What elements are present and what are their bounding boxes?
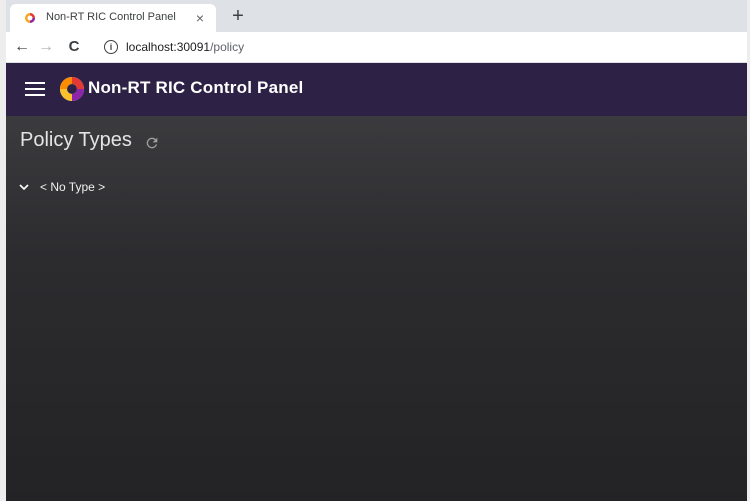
policy-type-label: < No Type >: [40, 180, 106, 194]
app-title: Non-RT RIC Control Panel: [88, 78, 304, 97]
reload-button[interactable]: C: [64, 37, 84, 57]
tab-title: Non-RT RIC Control Panel: [46, 11, 176, 23]
url-path: /policy: [210, 40, 245, 54]
url-host: localhost:30091: [126, 40, 211, 54]
refresh-icon[interactable]: [144, 135, 160, 151]
hamburger-menu-icon[interactable]: [25, 81, 45, 97]
address-bar[interactable]: i localhost:30091/policy: [96, 35, 741, 59]
page-title: Policy Types: [20, 129, 132, 151]
back-button[interactable]: ←: [12, 37, 32, 57]
forward-button[interactable]: →: [36, 37, 56, 57]
app-header: Non-RT RIC Control Panel: [6, 63, 747, 116]
tab-close-icon[interactable]: ×: [192, 10, 208, 26]
main-content: Policy Types < No Type >: [6, 116, 747, 501]
new-tab-button[interactable]: +: [228, 6, 248, 27]
chevron-down-icon[interactable]: [18, 181, 30, 193]
browser-toolbar: ← → C i localhost:30091/policy: [6, 32, 747, 63]
browser-tab[interactable]: Non-RT RIC Control Panel ×: [10, 4, 216, 32]
browser-tab-strip: Non-RT RIC Control Panel × +: [6, 0, 747, 32]
url-text: localhost:30091/policy: [126, 40, 244, 54]
site-info-icon[interactable]: i: [104, 40, 118, 54]
ric-logo-icon: [60, 77, 84, 101]
ric-logo-icon: [25, 13, 35, 23]
